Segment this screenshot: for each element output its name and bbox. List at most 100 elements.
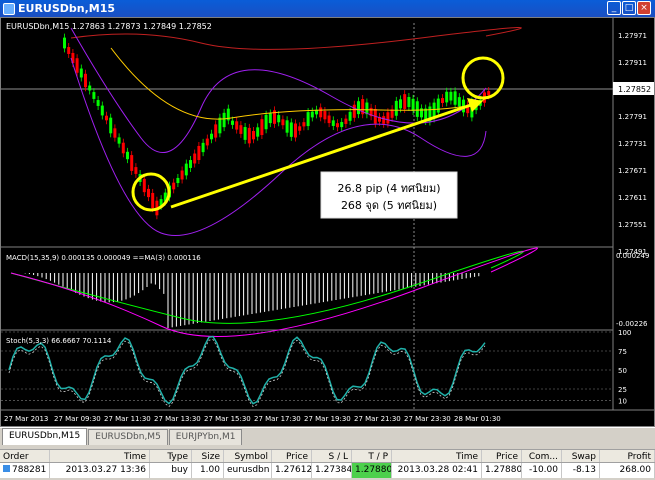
candle-body — [310, 111, 314, 118]
chart-window-icon — [3, 2, 15, 15]
annotation-line1: 26.8 pip (4 ทศนิยม) — [337, 182, 440, 195]
candle-body — [151, 192, 155, 209]
candle-body — [222, 112, 226, 128]
stoch-level-label: 100 — [618, 329, 631, 337]
window-title: EURUSDbn,M15 — [18, 2, 116, 15]
time-label: 27 Mar 11:30 — [104, 415, 151, 423]
candle-body — [340, 122, 344, 128]
col-type[interactable]: Type — [150, 450, 192, 462]
stoch-level-label: 50 — [618, 367, 627, 375]
chart-area[interactable]: 1.27971 1.27911 1.27791 1.27731 1.27671 1.276… — [0, 17, 655, 427]
candle-body — [100, 105, 104, 116]
price-label: 1.27911 — [618, 59, 647, 67]
time-label: 27 Mar 15:30 — [204, 415, 251, 423]
candle-body — [264, 114, 268, 130]
col-size[interactable]: Size — [192, 450, 224, 462]
candle-body — [277, 115, 281, 123]
candle-body — [92, 92, 96, 99]
candle-body — [201, 142, 205, 153]
candle-body — [457, 97, 461, 107]
candle-body — [147, 188, 150, 198]
candle-body — [348, 111, 352, 121]
candle-body — [105, 115, 108, 121]
trade-close-time: 2013.03.28 02:41 — [392, 463, 482, 478]
trade-close-price: 1.27880 — [482, 463, 522, 478]
candle-body — [218, 117, 222, 134]
upper-band — [70, 27, 487, 154]
price-label: 1.27731 — [618, 140, 647, 148]
current-price-label: 1.27852 — [618, 85, 651, 94]
candle-body — [352, 104, 356, 118]
candle-body — [193, 153, 197, 164]
entry-circle — [131, 172, 171, 212]
candle-body — [399, 99, 402, 109]
candle-body — [285, 120, 289, 133]
col-swap[interactable]: Swap — [562, 450, 600, 462]
candle-body — [344, 118, 348, 124]
macd-min-label: -0.00226 — [616, 320, 648, 328]
candle-body — [281, 119, 285, 126]
col-tp[interactable]: T / P — [352, 450, 392, 462]
col-sl[interactable]: S / L — [312, 450, 352, 462]
candle-body — [441, 98, 444, 103]
candle-body — [436, 98, 440, 113]
candle-body — [189, 160, 192, 168]
price-chart[interactable]: 1.27971 1.27911 1.27791 1.27731 1.27671 1.276… — [1, 18, 654, 426]
col-price[interactable]: Price — [272, 450, 312, 462]
stoch-level-label: 10 — [618, 397, 627, 405]
time-label: 27 Mar 2013 — [4, 415, 48, 423]
candle-body — [235, 121, 239, 130]
candle-body — [394, 100, 398, 116]
candle-body — [302, 122, 306, 127]
price-label: 1.27671 — [618, 167, 647, 175]
tab-eurusdbn-m5[interactable]: EURUSDbn,M5 — [88, 429, 168, 445]
close-button[interactable]: × — [637, 1, 651, 15]
candle-body — [247, 127, 251, 144]
candle-body — [63, 37, 66, 49]
candle-body — [415, 101, 419, 117]
col-commission[interactable]: Com... — [522, 450, 562, 462]
candle-body — [403, 94, 407, 109]
order-icon — [3, 465, 10, 472]
window-titlebar[interactable]: EURUSDbn,M15 _ □ × — [0, 0, 655, 17]
time-label: 27 Mar 21:30 — [354, 415, 401, 423]
maximize-button[interactable]: □ — [622, 1, 636, 15]
macd-max-label: 0.000249 — [616, 252, 649, 260]
stoch-label: Stoch(5,3,3) 66.6667 70.1114 — [6, 337, 112, 345]
candle-body — [331, 120, 335, 126]
price-label: 1.27971 — [618, 32, 647, 40]
tab-eurusdbn-m15[interactable]: EURUSDbn,M15 — [2, 428, 88, 445]
candle-body — [445, 91, 449, 103]
col-close-time[interactable]: Time — [392, 450, 482, 462]
candle-body — [84, 73, 87, 88]
candle-body — [268, 113, 272, 124]
col-order[interactable]: Order — [0, 450, 50, 462]
candle-body — [298, 126, 302, 131]
stoch-level-label: 25 — [618, 386, 627, 394]
candle-body — [386, 112, 390, 124]
candle-body — [327, 115, 331, 124]
candle-body — [252, 130, 255, 140]
macd-label: MACD(15,35,9) 0.000135 0.000049 ==MA(3) … — [6, 254, 201, 262]
candle-body — [319, 107, 323, 118]
candle-body — [205, 138, 209, 146]
candle-body — [75, 58, 79, 73]
col-close-price[interactable]: Price — [482, 450, 522, 462]
candle-body — [67, 47, 71, 54]
minimize-button[interactable]: _ — [607, 1, 621, 15]
trade-tp: 1.27880 — [352, 463, 392, 478]
col-symbol[interactable]: Symbol — [224, 450, 272, 462]
col-profit[interactable]: Profit — [600, 450, 655, 462]
trade-row[interactable]: 788281 2013.03.27 13:36 buy 1.00 eurusdb… — [0, 463, 655, 478]
candle-body — [294, 123, 297, 138]
price-label: 1.27611 — [618, 194, 647, 202]
col-time[interactable]: Time — [50, 450, 150, 462]
candle-body — [407, 97, 411, 107]
candle-body — [180, 170, 184, 180]
tab-eurjpybn-m1[interactable]: EURJPYbn,M1 — [168, 429, 243, 445]
trade-swap: -8.13 — [562, 463, 600, 478]
trade-type: buy — [150, 463, 192, 478]
price-label: 1.27791 — [618, 113, 647, 121]
trade-order: 788281 — [0, 463, 50, 478]
candle-body — [231, 120, 234, 125]
